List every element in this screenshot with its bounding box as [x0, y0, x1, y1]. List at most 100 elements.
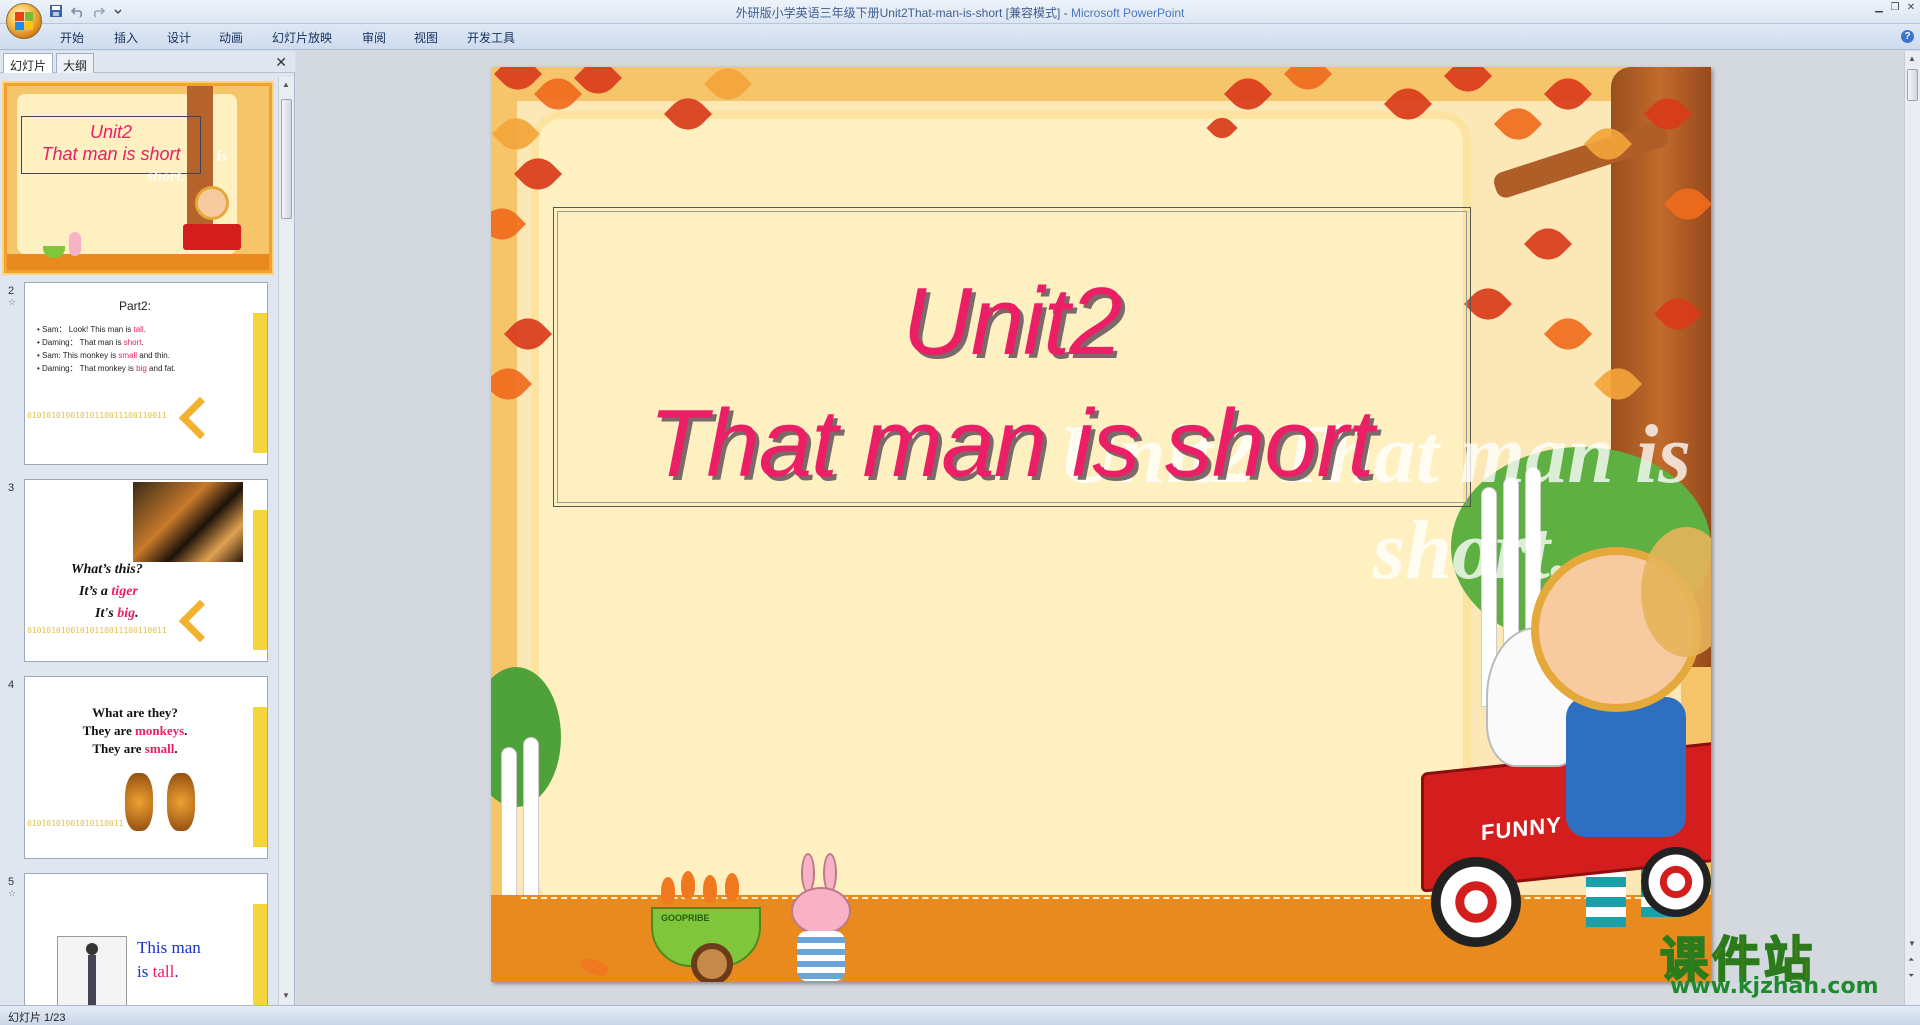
tiger-image: [133, 482, 243, 562]
slide-title-line2[interactable]: That man is short: [531, 389, 1491, 499]
thumb-line2: It’s a tiger: [79, 584, 138, 599]
arrow-decoration-icon: [178, 599, 222, 643]
yellow-decoration: [253, 707, 267, 847]
slide-thumbnail-2[interactable]: Part2: • Sam： Look! This man is tall. • …: [24, 282, 268, 465]
next-slide-icon[interactable]: ⏷: [1908, 971, 1914, 981]
wagon-wheel: [1431, 857, 1521, 947]
tab-slides[interactable]: 幻灯片: [3, 53, 54, 73]
cart-wheel: [691, 943, 733, 982]
monkey-image: [167, 773, 195, 831]
arrow-decoration-icon: [178, 396, 222, 440]
thumb-line3: They are small.: [92, 741, 178, 756]
tab-view[interactable]: 视图: [414, 29, 438, 46]
thumb-girl: [195, 186, 229, 220]
thumb-line1: This man: [137, 938, 201, 957]
editor-scrollbar[interactable]: ▲ ▼ ⏶ ⏷: [1904, 51, 1920, 1005]
bunny-body: [797, 931, 845, 981]
carrot: [661, 877, 675, 905]
close-pane-icon[interactable]: ✕: [275, 54, 287, 71]
ribbon-tabs: 开始 插入 设计 动画 幻灯片放映 审阅 视图 开发工具 ?: [0, 24, 1920, 50]
slide-thumbnail-4[interactable]: What are they? They are monkeys. They ar…: [24, 676, 268, 859]
watermark-url: www.kjzhan.com: [1670, 974, 1879, 999]
scroll-up-icon[interactable]: ▲: [1908, 54, 1916, 63]
fence-post: [501, 747, 517, 897]
tab-slideshow[interactable]: 幻灯片放映: [272, 29, 332, 46]
thumb-title-line2: That man is short: [41, 144, 181, 164]
man-image: [57, 936, 127, 1005]
carrot: [703, 875, 717, 903]
thumbnail-scrollbar[interactable]: ▲ ▼: [278, 77, 294, 1005]
animation-star-icon: ☆: [8, 888, 17, 898]
previous-slide-icon[interactable]: ⏶: [1908, 955, 1914, 965]
dialog-line: • Sam: This monkey is small and thin.: [37, 351, 170, 360]
watermark-logo: 课件站 www.kjzhan.com: [1659, 920, 1900, 1005]
thumb-ghost-text: is: [217, 148, 228, 165]
restore-icon[interactable]: ❐: [1888, 2, 1902, 14]
scroll-down-icon[interactable]: ▼: [1908, 939, 1916, 948]
thumb-number: 5: [8, 876, 15, 888]
help-icon[interactable]: ?: [1901, 30, 1914, 43]
tab-insert[interactable]: 插入: [114, 29, 138, 46]
slide-thumbnail-1[interactable]: Unit2 That man is short is short.: [4, 83, 272, 273]
tab-animations[interactable]: 动画: [219, 29, 243, 46]
thumb-number: 3: [8, 482, 15, 494]
thumbnail-list: 1 Unit2 That man is short is short. 2 ☆ …: [0, 77, 278, 1005]
pane-tabs: 幻灯片 大纲 ✕: [0, 51, 295, 73]
cart-text: GOOPRIBE: [661, 913, 710, 923]
tab-developer[interactable]: 开发工具: [467, 29, 515, 46]
status-bar: 幻灯片 1/23: [0, 1005, 1920, 1025]
dialog-line: • Sam： Look! This man is tall.: [37, 325, 146, 334]
tab-home[interactable]: 开始: [60, 29, 84, 46]
yellow-decoration: [253, 313, 267, 453]
man-head: [86, 943, 98, 955]
tab-review[interactable]: 审阅: [362, 29, 386, 46]
binary-decoration: 01010101001010110011100110011: [27, 626, 167, 635]
thumb-line3: It's big.: [95, 606, 139, 621]
man-body: [88, 955, 96, 1005]
tab-design[interactable]: 设计: [167, 29, 191, 46]
yellow-decoration: [253, 510, 267, 650]
slide-title-line1[interactable]: Unit2: [553, 267, 1471, 377]
thumb-number: 4: [8, 679, 15, 691]
tab-outline[interactable]: 大纲: [56, 53, 95, 73]
maple-leaf: [573, 67, 623, 103]
thumb-line1: What are they?: [92, 705, 178, 720]
minimize-icon[interactable]: ▁: [1872, 2, 1886, 14]
dialog-line: • Daming： That monkey is big and fat.: [37, 364, 176, 373]
maple-leaf: [1283, 67, 1333, 99]
office-button[interactable]: [6, 3, 42, 39]
thumb-wagon: [183, 224, 241, 250]
scroll-thumb[interactable]: [281, 99, 292, 219]
slide-counter: 幻灯片 1/23: [8, 1012, 66, 1024]
fence-post: [523, 737, 539, 897]
scroll-down-icon[interactable]: ▼: [282, 991, 290, 1000]
thumb-dialog: • Sam： Look! This man is tall. • Daming：…: [37, 323, 176, 375]
title-bar: 外研版小学英语三年级下册Unit2That-man-is-short [兼容模式…: [0, 0, 1920, 39]
slides-pane: 幻灯片 大纲 ✕ 1 Unit2 That man is short is sh…: [0, 51, 295, 1005]
thumb-ground: [7, 254, 269, 270]
carrot: [725, 873, 739, 901]
slide-thumbnail-5[interactable]: This man is tall.: [24, 873, 268, 1005]
slide-thumbnail-3[interactable]: What’s this? It’s a tiger It's big. 0101…: [24, 479, 268, 662]
slide-canvas[interactable]: Unit2 That man is short. Unit2 That man …: [491, 67, 1711, 982]
dialog-line: • Daming： That man is short.: [37, 338, 144, 347]
girl-body: [1566, 697, 1686, 837]
scroll-thumb[interactable]: [1907, 69, 1918, 101]
carrot: [681, 871, 695, 899]
monkey-image: [125, 773, 153, 831]
binary-decoration: 01010101001010110011100110011: [27, 411, 167, 420]
thumb-bunny: [69, 232, 81, 256]
thumb-title-line1: Unit2: [89, 122, 133, 142]
thumb-line2: is tall.: [137, 962, 179, 981]
thumb-line1: What’s this?: [71, 562, 143, 577]
office-logo-icon: [15, 12, 33, 30]
close-icon[interactable]: ✕: [1904, 2, 1918, 14]
yellow-decoration: [253, 904, 267, 1005]
window-title: 外研版小学英语三年级下册Unit2That-man-is-short [兼容模式…: [735, 6, 1185, 20]
thumb-line2: They are monkeys.: [82, 723, 188, 738]
wagon-wheel: [1641, 847, 1711, 917]
thumb-number: 2: [8, 285, 15, 297]
bunny-head: [791, 887, 851, 935]
scroll-up-icon[interactable]: ▲: [282, 80, 290, 89]
ghost-text-line2: short.: [1372, 504, 1571, 597]
